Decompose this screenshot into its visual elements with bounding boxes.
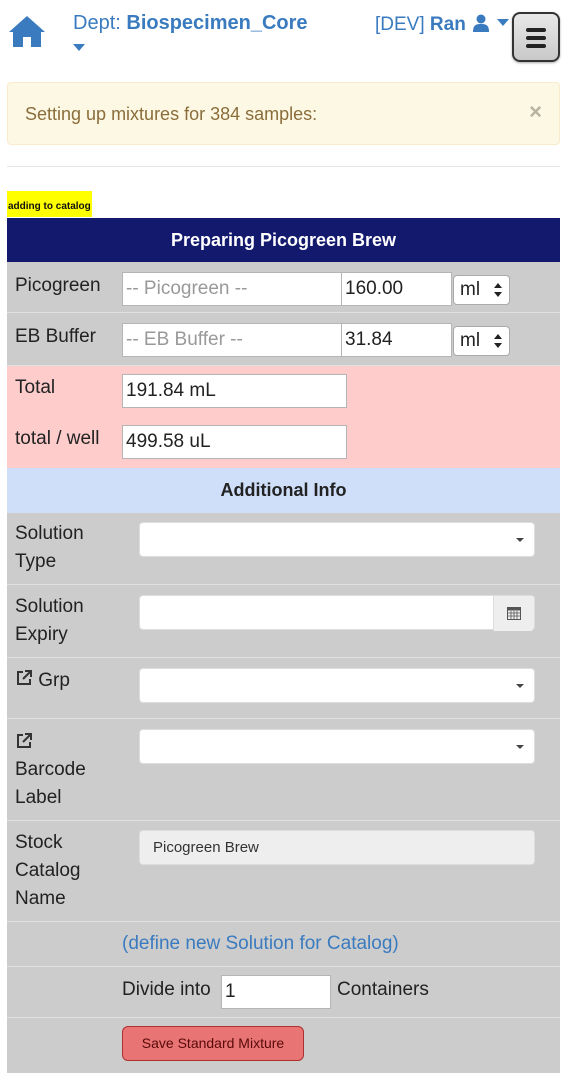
reagent-row-picogreen: Picogreen -- Picogreen -- 160.00 ml (7, 262, 560, 313)
alert-box: Setting up mixtures for 384 samples: × (7, 82, 560, 145)
total-value: 191.84 mL (122, 374, 347, 408)
barcode-label-row: Barcode Label (7, 719, 560, 821)
stock-catalog-row: Stock Catalog Name Picogreen Brew (7, 821, 560, 922)
top-nav: Dept: Biospecimen_Core [DEV] Ran (0, 0, 569, 70)
barcode-label-1: Barcode (15, 759, 86, 780)
caret-down-icon (516, 745, 524, 749)
total-row: Total 191.84 mL (7, 366, 560, 417)
solution-type-select[interactable] (139, 522, 535, 557)
solution-type-label-2: Type (15, 551, 57, 572)
unit-value: ml (460, 279, 481, 300)
per-well-label: total / well (15, 428, 100, 449)
stock-label-1: Stock (15, 832, 63, 853)
select-arrows-icon (494, 283, 502, 297)
divider (7, 166, 560, 167)
caret-down-icon (516, 538, 524, 542)
alert-message: Setting up mixtures for 384 samples: (25, 104, 318, 124)
department-selector[interactable]: Dept: Biospecimen_Core (73, 12, 308, 35)
user-menu[interactable]: [DEV] Ran (375, 14, 510, 36)
container-count-input[interactable]: 1 (221, 975, 331, 1009)
unit-value: ml (460, 330, 481, 351)
env-label: [DEV] (375, 14, 425, 35)
stock-catalog-name-field: Picogreen Brew (139, 830, 535, 865)
close-icon[interactable]: × (529, 99, 542, 125)
solution-expiry-label-2: Expiry (15, 624, 68, 645)
caret-down-icon (497, 19, 510, 26)
eb-buffer-unit-select[interactable]: ml (453, 326, 510, 356)
save-row: Save Standard Mixture (7, 1018, 560, 1073)
caret-down-icon (516, 684, 524, 688)
external-link-icon (17, 670, 32, 685)
define-solution-link[interactable]: (define new Solution for Catalog) (122, 933, 399, 955)
grp-row: Grp (7, 658, 560, 719)
user-icon (473, 14, 490, 32)
menu-bar-icon (526, 44, 546, 48)
grp-label[interactable]: Grp (15, 667, 70, 695)
hamburger-menu-button[interactable] (512, 12, 560, 62)
divide-row: Divide into 1 Containers (7, 967, 560, 1018)
reagent-label: Picogreen (15, 275, 101, 296)
reagent-row-eb-buffer: EB Buffer -- EB Buffer -- 31.84 ml (7, 313, 560, 366)
menu-bar-icon (526, 36, 546, 40)
picogreen-lot-input[interactable]: -- Picogreen -- (122, 272, 342, 306)
total-label: Total (15, 377, 56, 398)
eb-buffer-lot-input[interactable]: -- EB Buffer -- (122, 323, 342, 357)
solution-type-label-1: Solution (15, 523, 84, 544)
external-link-icon[interactable] (15, 732, 33, 750)
define-link-row: (define new Solution for Catalog) (7, 922, 560, 967)
save-standard-mixture-button[interactable]: Save Standard Mixture (122, 1026, 304, 1061)
picogreen-amount-input[interactable]: 160.00 (341, 272, 452, 306)
home-icon[interactable] (8, 14, 46, 48)
per-well-value: 499.58 uL (122, 425, 347, 459)
additional-info-title: Additional Info (220, 480, 347, 500)
divide-suffix: Containers (337, 979, 429, 1000)
additional-info-header: Additional Info (7, 468, 560, 513)
solution-expiry-label-1: Solution (15, 596, 84, 617)
chevron-down-icon[interactable] (73, 44, 85, 51)
barcode-label-select[interactable] (139, 729, 535, 764)
picogreen-unit-select[interactable]: ml (453, 275, 510, 305)
calendar-icon (507, 607, 521, 620)
status-tag: adding to catalog (7, 191, 92, 217)
solution-type-row: Solution Type (7, 513, 560, 585)
solution-expiry-input[interactable] (139, 595, 535, 631)
select-arrows-icon (494, 334, 502, 348)
eb-buffer-amount-input[interactable]: 31.84 (341, 323, 452, 357)
grp-select[interactable] (139, 668, 535, 703)
grp-text: Grp (38, 670, 70, 691)
menu-bar-icon (526, 28, 546, 32)
dept-name: Biospecimen_Core (126, 12, 308, 34)
user-name: Ran (429, 14, 466, 35)
form-title: Preparing Picogreen Brew (7, 218, 560, 262)
barcode-label-2: Label (15, 787, 62, 808)
reagent-label: EB Buffer (15, 326, 96, 347)
per-well-row: total / well 499.58 uL (7, 417, 560, 468)
calendar-button[interactable] (493, 596, 534, 631)
stock-label-2: Catalog (15, 860, 81, 881)
solution-expiry-row: Solution Expiry (7, 585, 560, 658)
stock-label-3: Name (15, 888, 66, 909)
dept-label: Dept: (73, 12, 121, 34)
divide-prefix: Divide into (122, 979, 211, 1000)
